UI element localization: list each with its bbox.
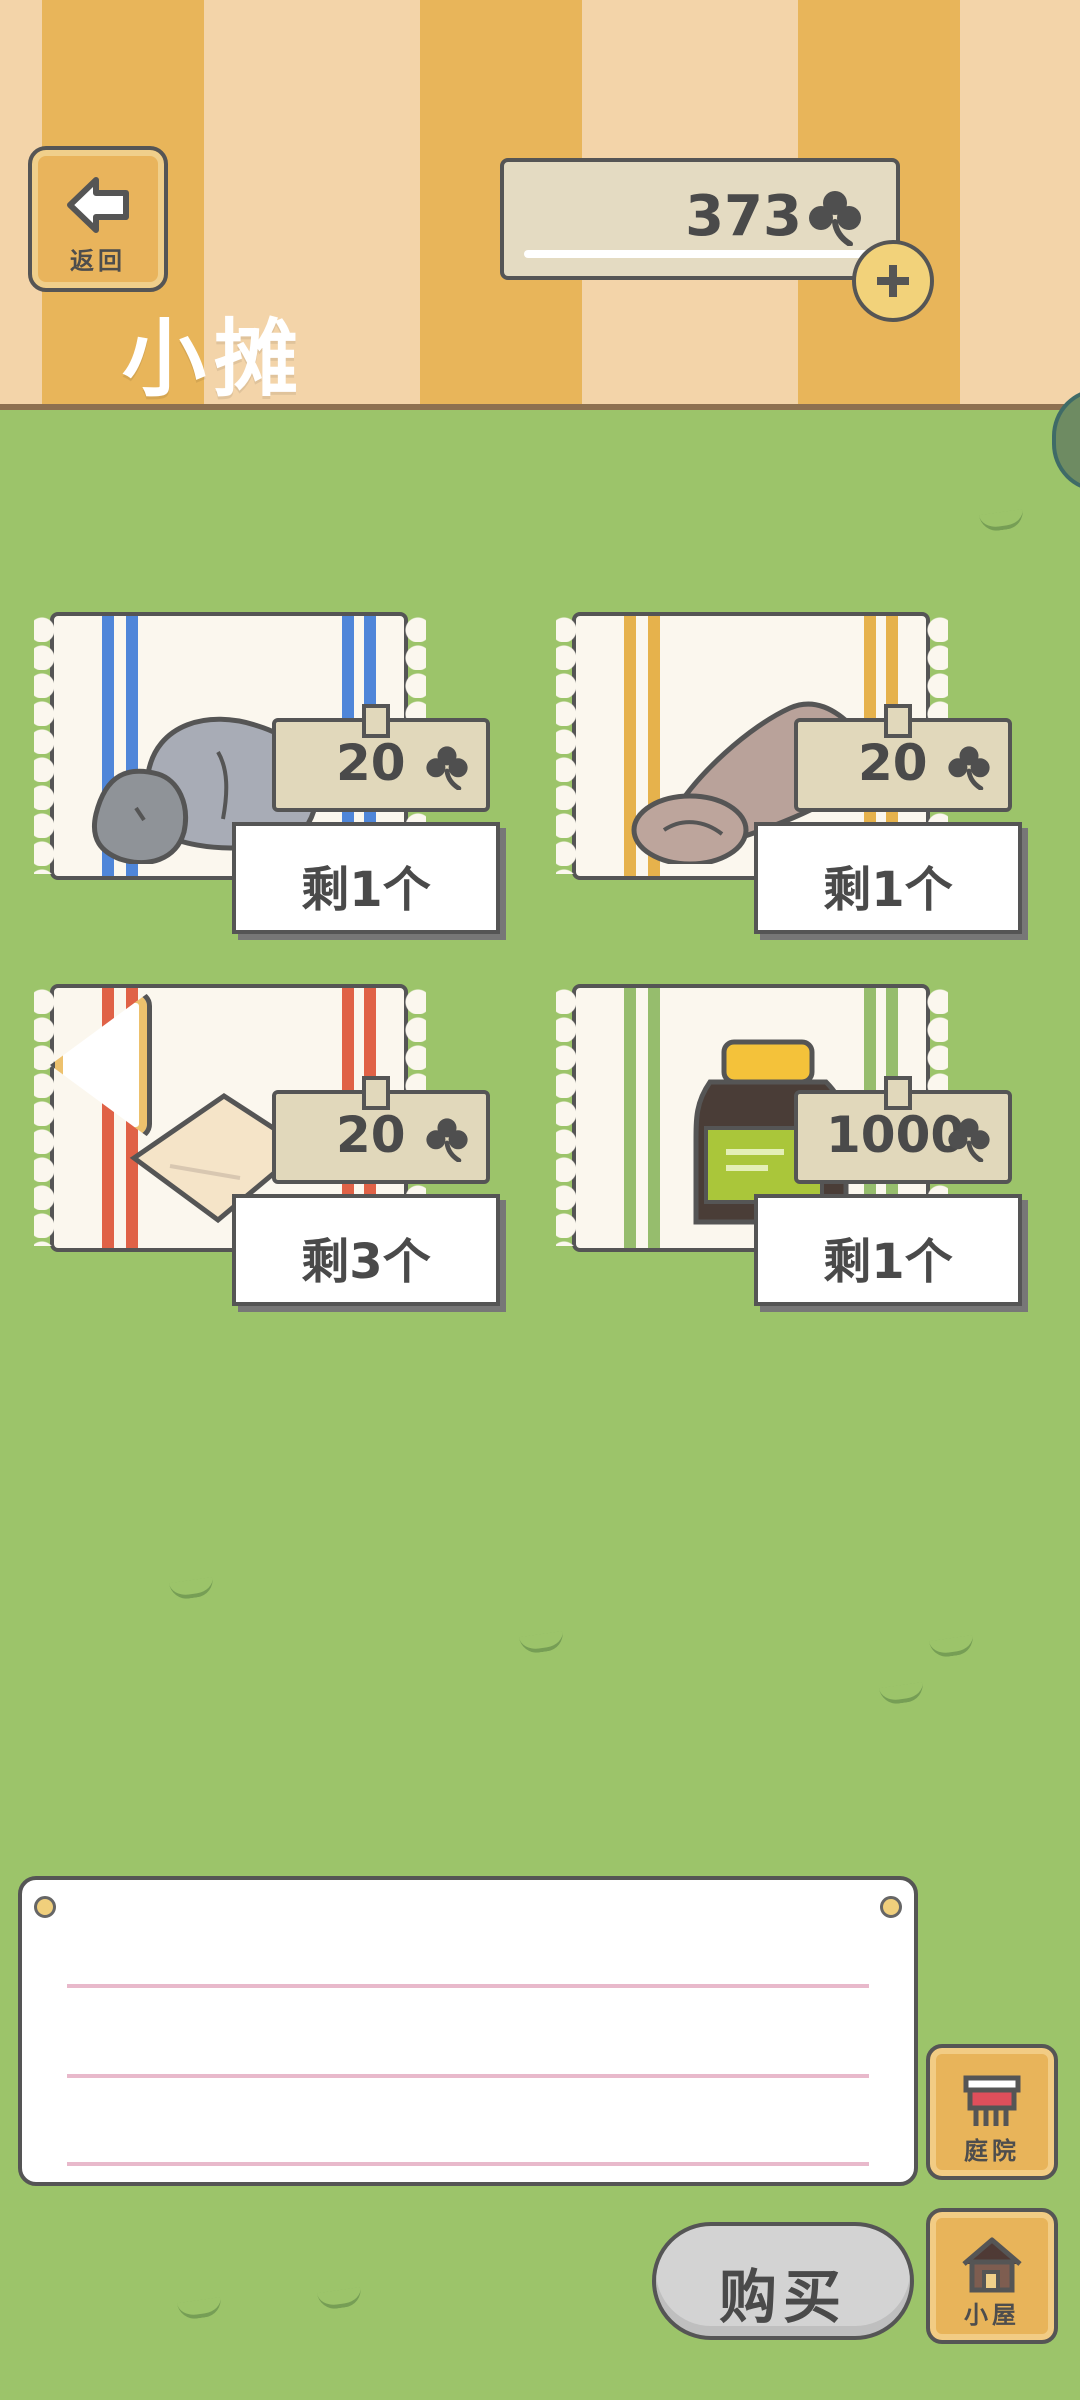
panel-line xyxy=(67,2162,869,2166)
panel-pin-icon xyxy=(34,1896,56,1918)
house-label: 小屋 xyxy=(964,2301,1020,2329)
clover-icon xyxy=(948,746,990,790)
grass-mark xyxy=(928,1635,976,1659)
grass-mark xyxy=(316,2287,364,2311)
panel-line xyxy=(67,2074,869,2078)
page-title: 小摊 xyxy=(122,310,307,408)
back-arrow-icon xyxy=(67,177,129,233)
price-tag: 20 xyxy=(794,704,1012,812)
panel-line xyxy=(67,1984,869,1988)
price-value: 20 xyxy=(858,734,928,792)
shop-item-card-rock[interactable]: 20 剩1个 xyxy=(34,612,514,934)
header-bar: 返回 小摊 373 xyxy=(0,0,1080,410)
clover-icon xyxy=(948,1118,990,1162)
shop-item-card-bottle[interactable]: 1000 剩1个 xyxy=(556,984,1036,1306)
price-hook xyxy=(884,704,912,738)
yard-label: 庭院 xyxy=(964,2137,1020,2165)
stock-text: 剩1个 xyxy=(301,862,431,918)
grass-mark xyxy=(176,2297,224,2321)
stock-label-box: 剩3个 xyxy=(232,1194,500,1306)
message-panel xyxy=(18,1876,918,2186)
price-hook xyxy=(362,704,390,738)
price-tag: 1000 xyxy=(794,1076,1012,1184)
yard-button[interactable]: 庭院 xyxy=(926,2044,1058,2180)
grass-mark xyxy=(168,1577,216,1601)
coin-counter: 373 xyxy=(500,158,900,280)
grass-mark xyxy=(518,1631,566,1655)
coin-value: 373 xyxy=(685,184,802,249)
buy-label: 购买 xyxy=(718,2263,847,2331)
shop-item-card-blanket[interactable]: 20 剩1个 xyxy=(556,612,1036,934)
yard-icon xyxy=(963,2075,1021,2126)
clover-icon xyxy=(426,746,468,790)
stock-text: 剩1个 xyxy=(823,862,953,918)
stock-text: 剩1个 xyxy=(823,1234,953,1290)
house-icon xyxy=(962,2237,1022,2293)
back-label: 返回 xyxy=(70,247,126,275)
price-tag: 20 xyxy=(272,1076,490,1184)
stock-text: 剩3个 xyxy=(301,1234,431,1290)
back-button[interactable]: 返回 xyxy=(28,146,168,292)
buy-button[interactable]: 购买 xyxy=(652,2222,914,2340)
grass-mark xyxy=(978,509,1026,533)
clover-icon xyxy=(809,191,861,246)
house-button[interactable]: 小屋 xyxy=(926,2208,1058,2344)
stock-label-box: 剩1个 xyxy=(754,822,1022,934)
price-tag: 20 xyxy=(272,704,490,812)
price-value: 20 xyxy=(336,1106,406,1164)
stock-label-box: 剩1个 xyxy=(754,1194,1022,1306)
grass-mark xyxy=(878,1682,926,1706)
add-coins-button[interactable] xyxy=(852,240,934,322)
clover-icon xyxy=(426,1118,468,1162)
price-hook xyxy=(884,1076,912,1110)
panel-pin-icon xyxy=(880,1896,902,1918)
stock-label-box: 剩1个 xyxy=(232,822,500,934)
app-screen: { "header": { "back_label": "返回", "title… xyxy=(0,0,1080,2400)
price-value: 20 xyxy=(336,734,406,792)
price-value: 1000 xyxy=(826,1106,966,1164)
price-hook xyxy=(362,1076,390,1110)
